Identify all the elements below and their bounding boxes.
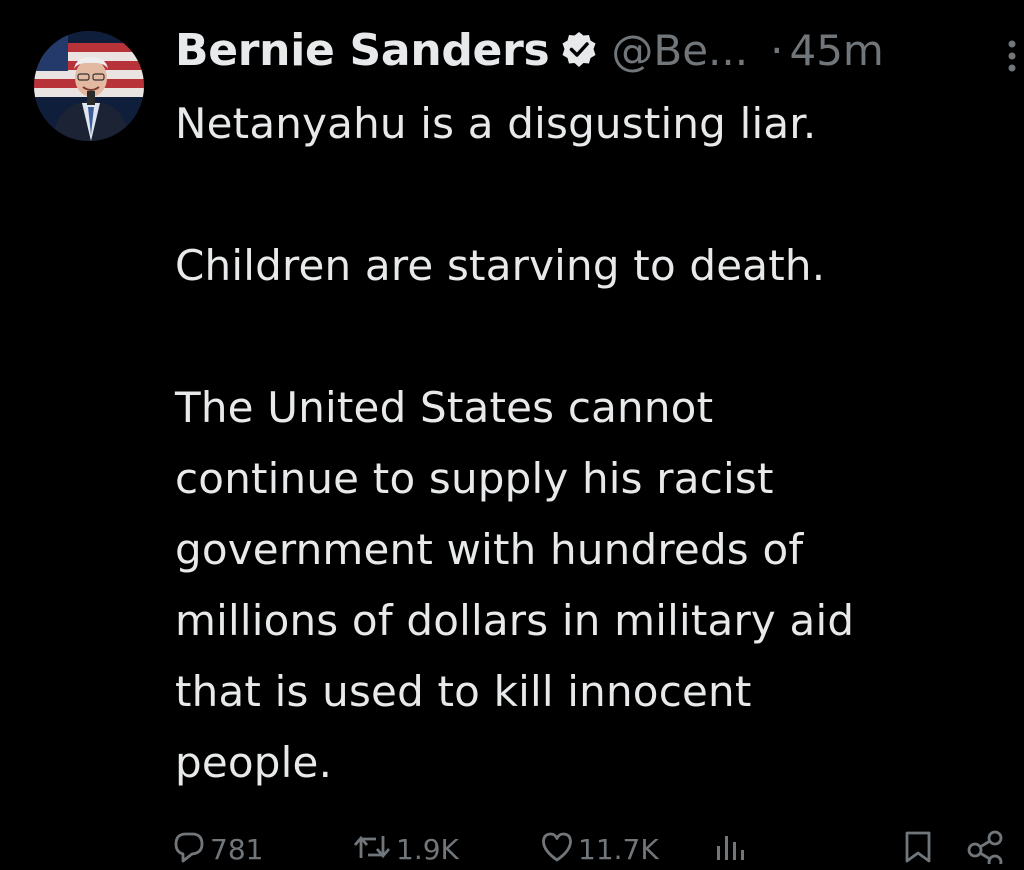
tweet-line: continue to supply his racist bbox=[175, 454, 774, 503]
views-icon bbox=[717, 836, 744, 860]
reply-icon bbox=[174, 832, 204, 863]
display-name[interactable]: Bernie Sanders bbox=[175, 25, 550, 76]
separator-dot: · bbox=[770, 25, 784, 75]
reply-button[interactable]: 781 bbox=[172, 830, 263, 870]
tweet-line: The United States cannot bbox=[175, 383, 714, 432]
action-bar: 781 1.9K 11.7K bbox=[0, 822, 1024, 866]
tweet[interactable]: Bernie Sanders @Be... · 45m Netanyahu is… bbox=[0, 0, 1024, 866]
share-icon bbox=[967, 830, 1003, 864]
verified-badge-icon bbox=[559, 30, 599, 70]
tweet-line: government with hundreds of bbox=[175, 525, 804, 574]
heart-icon bbox=[542, 832, 572, 862]
more-options-icon[interactable] bbox=[1000, 36, 1024, 76]
tweet-line: millions of dollars in military aid bbox=[175, 596, 855, 645]
retweet-count: 1.9K bbox=[396, 833, 459, 866]
timestamp[interactable]: 45m bbox=[789, 26, 883, 75]
avatar[interactable] bbox=[34, 31, 144, 141]
tweet-paragraph: Children are starving to death. bbox=[175, 241, 826, 290]
avatar-image bbox=[34, 31, 144, 141]
reply-count: 781 bbox=[210, 833, 264, 866]
like-count: 11.7K bbox=[578, 833, 659, 866]
retweet-button[interactable]: 1.9K bbox=[352, 830, 459, 870]
views-button[interactable] bbox=[712, 830, 746, 864]
tweet-line: people. bbox=[175, 738, 333, 787]
handle[interactable]: @Be... bbox=[611, 26, 748, 75]
tweet-header: Bernie Sanders @Be... · 45m bbox=[175, 22, 884, 78]
like-button[interactable]: 11.7K bbox=[540, 830, 659, 870]
bookmark-icon bbox=[905, 831, 931, 863]
bookmark-button[interactable] bbox=[903, 830, 933, 864]
retweet-icon bbox=[353, 835, 391, 859]
tweet-text: Netanyahu is a disgusting liar. Children… bbox=[175, 88, 995, 798]
share-button[interactable] bbox=[965, 830, 1005, 864]
tweet-line: that is used to kill innocent bbox=[175, 667, 752, 716]
tweet-paragraph: Netanyahu is a disgusting liar. bbox=[175, 99, 817, 148]
tweet-paragraph: The United States cannot continue to sup… bbox=[175, 372, 995, 798]
